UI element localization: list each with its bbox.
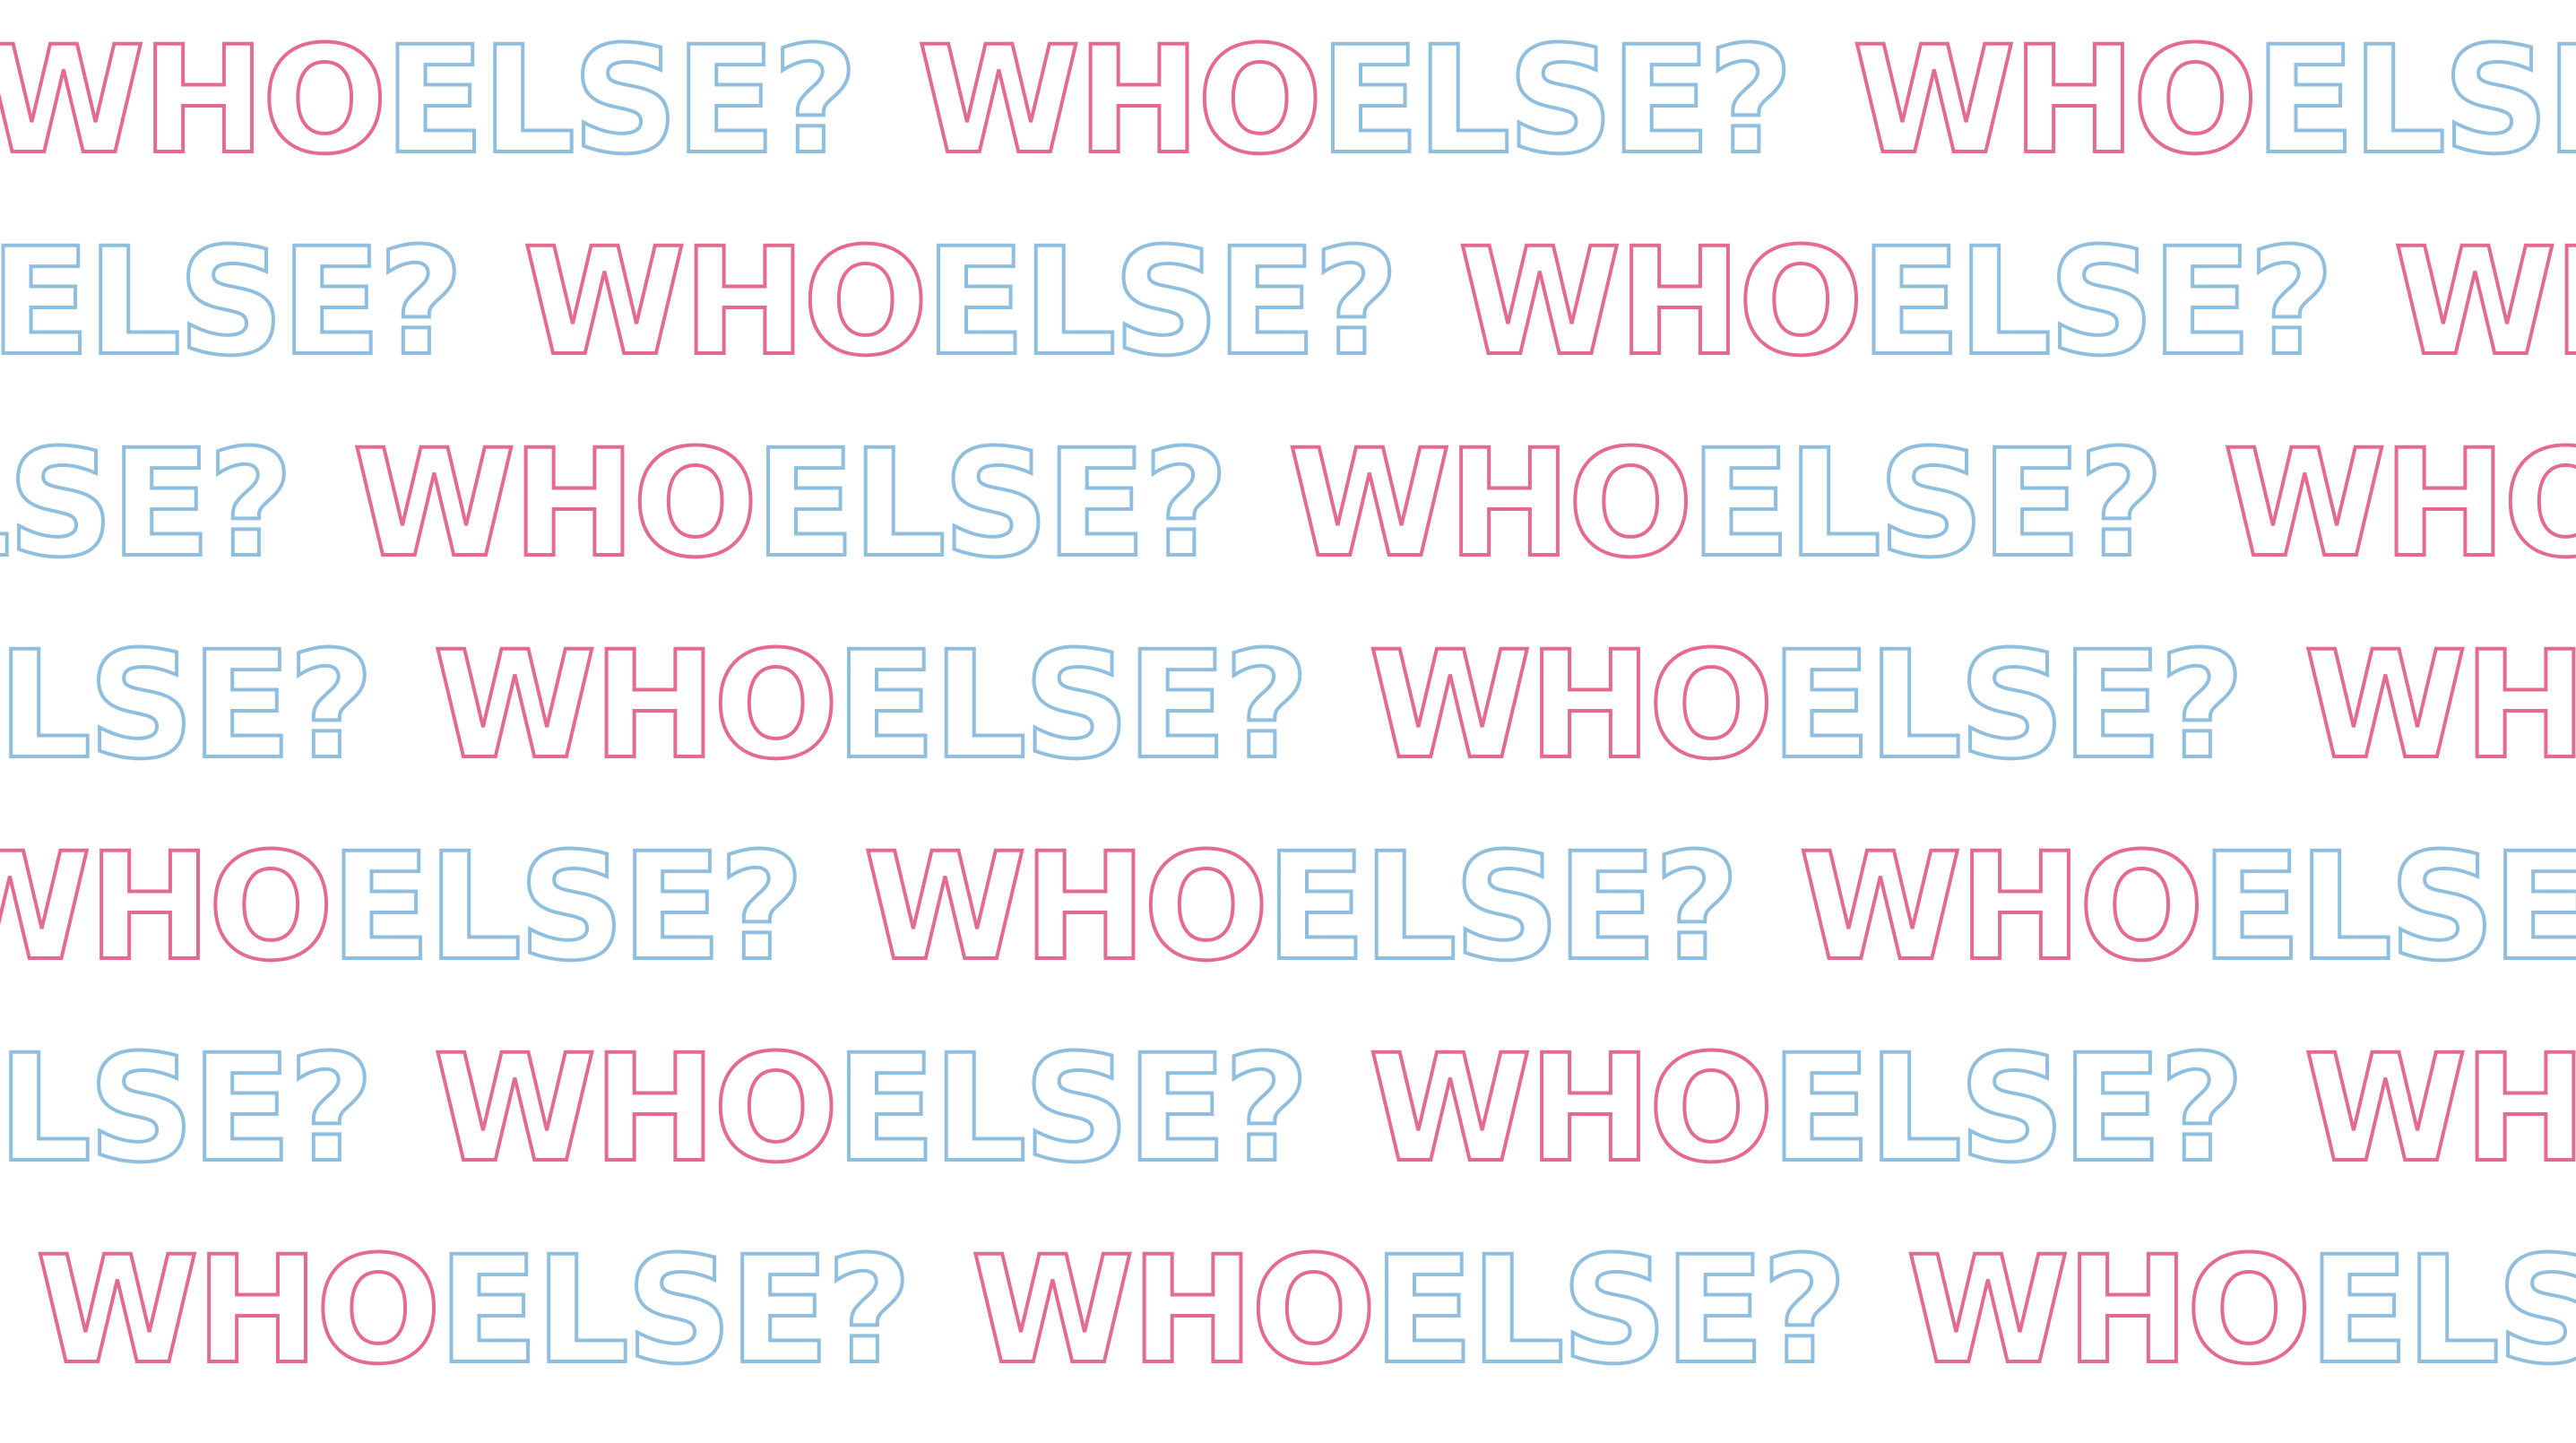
whoelse-word: WHOELSE? — [0, 25, 860, 177]
else-text: ELSE? — [2252, 14, 2576, 186]
whoelse-word: WHOELSE? — [1905, 1235, 2576, 1387]
else-text: ELSE? — [2306, 1224, 2576, 1396]
whoelse-word: WHOELSE? — [0, 630, 376, 782]
whoelse-word: WHOELSE? — [915, 25, 1794, 177]
else-text: ELSE? — [382, 14, 860, 186]
who-text: WHO — [431, 619, 840, 791]
whoelse-word: WHOELSE? — [431, 630, 1310, 782]
who-text: WHO — [1851, 14, 2260, 186]
whoelse-word: WHOELSE? — [431, 1033, 1310, 1185]
who-text: WHO — [2302, 1023, 2576, 1195]
pattern-row: WHOELSE?WHOELSE?WHOELSE?WHOELSE?WHOELSE?… — [0, 630, 2576, 782]
whoelse-word: WHOELSE? — [1851, 25, 2576, 177]
who-text: WHO — [431, 1023, 840, 1195]
whoelse-word: WHOELSE? — [2302, 630, 2576, 782]
else-text: ELSE? — [0, 418, 295, 590]
else-text: ELSE? — [1858, 216, 2336, 388]
who-text: WHO — [0, 14, 389, 186]
else-text: ELSE? — [2199, 821, 2576, 993]
who-text: WHO — [2302, 619, 2576, 791]
whoelse-word: WHOELSE? — [1286, 428, 2165, 580]
whoelse-word: WHOELSE? — [1797, 832, 2576, 983]
whoelse-word: WHOELSE? — [0, 832, 806, 983]
whoelse-word: WHOELSE? — [969, 1235, 1848, 1387]
else-text: ELSE? — [1768, 619, 2246, 791]
else-text: ELSE? — [834, 1023, 1311, 1195]
whoelse-word: WHOELSE? — [34, 1235, 913, 1387]
who-text: WHO — [34, 1224, 443, 1396]
pattern-row: WHOELSE?WHOELSE?WHOELSE?WHOELSE?WHOELSE?… — [0, 832, 2576, 983]
pattern-row: WHOELSE?WHOELSE?WHOELSE?WHOELSE?WHOELSE?… — [0, 227, 2576, 378]
else-text: ELSE? — [1371, 1224, 1849, 1396]
whoelse-word: WHOELSE? — [1457, 227, 2336, 378]
else-text: ELSE? — [436, 1224, 913, 1396]
whoelse-word: WHOELSE? — [350, 428, 1230, 580]
whoelse-word: WHOELSE? — [1367, 1033, 2246, 1185]
whoelse-word: WHOELSE? — [2221, 428, 2576, 580]
pattern-row: WHOELSE?WHOELSE?WHOELSE?WHOELSE?WHOELSE?… — [0, 25, 2576, 177]
who-text: WHO — [1367, 1023, 1776, 1195]
else-text: ELSE? — [1264, 821, 1742, 993]
else-text: ELSE? — [923, 216, 1401, 388]
whoelse-word: WHOELSE? — [2302, 1033, 2576, 1185]
who-text: WHO — [969, 1224, 1378, 1396]
whoelse-pattern-background: WHOELSE?WHOELSE?WHOELSE?WHOELSE?WHOELSE?… — [0, 0, 2576, 1443]
who-text: WHO — [0, 821, 335, 993]
whoelse-word: WHOELSE? — [0, 428, 295, 580]
pattern-row: WHOELSE?WHOELSE?WHOELSE?WHOELSE?WHOELSE?… — [34, 1235, 2576, 1387]
whoelse-word: WHOELSE? — [1367, 630, 2246, 782]
else-text: ELSE? — [753, 418, 1231, 590]
whoelse-word: WHOELSE? — [0, 227, 465, 378]
who-text: WHO — [1367, 619, 1776, 791]
else-text: ELSE? — [0, 1023, 376, 1195]
who-text: WHO — [2221, 418, 2576, 590]
else-text: ELSE? — [834, 619, 1311, 791]
whoelse-word: WHOELSE? — [2391, 227, 2576, 378]
who-text: WHO — [1905, 1224, 2313, 1396]
pattern-row: WHOELSE?WHOELSE?WHOELSE?WHOELSE?WHOELSE?… — [0, 1033, 2576, 1185]
else-text: ELSE? — [0, 216, 465, 388]
whoelse-word: WHOELSE? — [521, 227, 1400, 378]
else-text: ELSE? — [328, 821, 806, 993]
else-text: ELSE? — [1688, 418, 2165, 590]
who-text: WHO — [350, 418, 759, 590]
who-text: WHO — [1286, 418, 1695, 590]
pattern-row: WHOELSE?WHOELSE?WHOELSE?WHOELSE?WHOELSE?… — [0, 428, 2576, 580]
else-text: ELSE? — [1768, 1023, 2246, 1195]
whoelse-word: WHOELSE? — [861, 832, 1741, 983]
else-text: ELSE? — [0, 619, 376, 791]
who-text: WHO — [521, 216, 929, 388]
who-text: WHO — [915, 14, 1324, 186]
who-text: WHO — [1797, 821, 2206, 993]
who-text: WHO — [1457, 216, 1865, 388]
whoelse-word: WHOELSE? — [0, 1033, 376, 1185]
else-text: ELSE? — [1318, 14, 1795, 186]
who-text: WHO — [861, 821, 1270, 993]
who-text: WHO — [2391, 216, 2576, 388]
